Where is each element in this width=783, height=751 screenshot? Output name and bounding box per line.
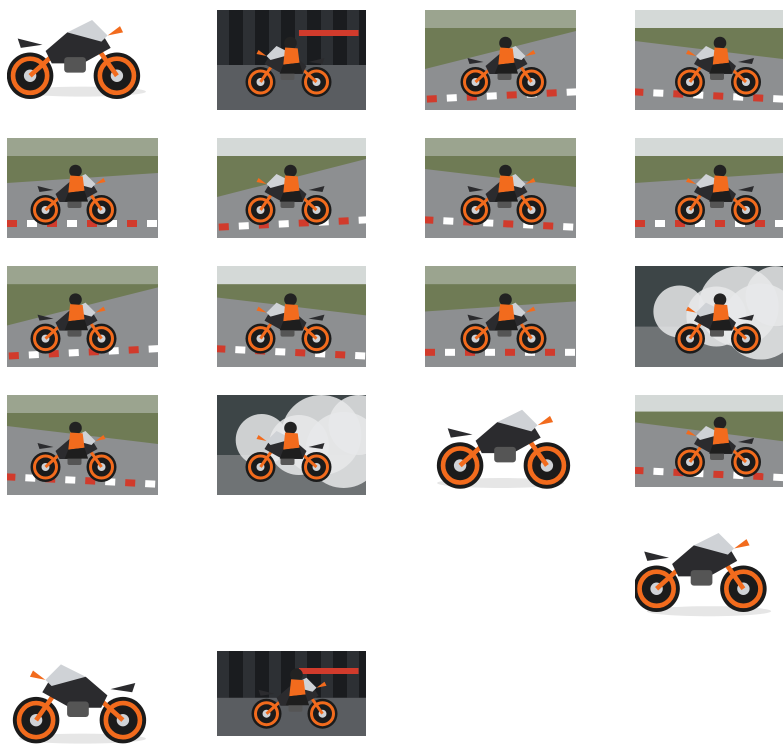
gallery-thumbnail[interactable] xyxy=(425,10,576,110)
gallery-thumbnail[interactable] xyxy=(635,138,783,238)
thumbnail-image xyxy=(217,138,366,238)
thumbnail-image xyxy=(7,266,158,367)
gallery-thumbnail[interactable] xyxy=(217,651,366,736)
thumbnail-image xyxy=(635,395,783,487)
gallery-thumbnail[interactable] xyxy=(7,138,158,238)
gallery-thumbnail[interactable] xyxy=(635,510,783,625)
thumbnail-image xyxy=(425,10,576,110)
thumbnail-image xyxy=(425,266,576,367)
gallery-thumbnail[interactable] xyxy=(217,10,366,110)
gallery-thumbnail[interactable] xyxy=(7,8,158,103)
gallery-thumbnail[interactable] xyxy=(217,395,366,495)
gallery-thumbnail[interactable] xyxy=(217,138,366,238)
thumbnail-image xyxy=(217,10,366,110)
image-gallery-grid xyxy=(0,0,783,751)
gallery-thumbnail[interactable] xyxy=(7,395,158,495)
gallery-thumbnail[interactable] xyxy=(217,266,366,367)
gallery-thumbnail[interactable] xyxy=(425,138,576,238)
thumbnail-image xyxy=(635,138,783,238)
thumbnail-image xyxy=(635,10,783,110)
gallery-thumbnail[interactable] xyxy=(7,648,158,751)
gallery-thumbnail[interactable] xyxy=(425,266,576,367)
thumbnail-image xyxy=(217,651,366,736)
thumbnail-image xyxy=(7,648,158,751)
gallery-thumbnail[interactable] xyxy=(635,10,783,110)
gallery-thumbnail[interactable] xyxy=(425,395,576,495)
thumbnail-image xyxy=(217,266,366,367)
thumbnail-image xyxy=(7,8,158,103)
thumbnail-image xyxy=(635,266,783,367)
thumbnail-image xyxy=(217,395,366,495)
thumbnail-image xyxy=(7,138,158,238)
thumbnail-image xyxy=(635,510,783,625)
thumbnail-image xyxy=(425,395,576,495)
gallery-thumbnail[interactable] xyxy=(7,266,158,367)
thumbnail-image xyxy=(425,138,576,238)
gallery-thumbnail[interactable] xyxy=(635,395,783,487)
gallery-thumbnail[interactable] xyxy=(635,266,783,367)
thumbnail-image xyxy=(7,395,158,495)
